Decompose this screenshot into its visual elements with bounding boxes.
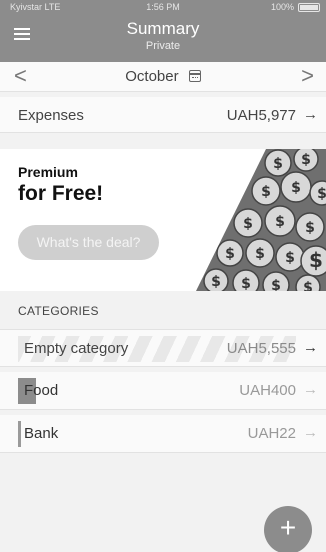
svg-text:$: $ xyxy=(225,246,235,262)
svg-text:$: $ xyxy=(241,276,251,291)
expenses-amount: UAH5,977 xyxy=(226,107,296,124)
svg-text:$: $ xyxy=(303,280,313,291)
category-amount: UAH22 xyxy=(247,425,296,442)
svg-text:$: $ xyxy=(305,220,315,236)
category-name: Food xyxy=(24,382,59,399)
category-name: Bank xyxy=(24,425,59,442)
month-navigator: < October > xyxy=(0,62,326,92)
status-bar: Kyivstar LTE 1:56 PM 100% xyxy=(0,0,326,14)
category-row-food[interactable]: Food UAH400 → xyxy=(0,372,326,410)
month-label: October xyxy=(125,68,179,85)
battery-icon xyxy=(298,2,320,12)
header-title-block: Summary Private xyxy=(0,19,326,53)
battery-indicator: 100% xyxy=(271,2,320,12)
premium-promo-banner: Premium for Free! What's the deal? $ $ $ $… xyxy=(0,149,326,291)
svg-text:$: $ xyxy=(309,248,323,272)
svg-text:$: $ xyxy=(275,214,285,230)
promo-headline: Premium for Free! xyxy=(18,163,103,207)
next-month-button[interactable]: > xyxy=(301,65,314,87)
arrow-right-icon: → xyxy=(303,381,318,398)
calendar-icon xyxy=(188,70,201,82)
page-subtitle: Private xyxy=(145,40,181,52)
expenses-label: Expenses xyxy=(18,107,84,124)
category-amount: UAH400 xyxy=(239,382,296,399)
promo-line-2: for Free! xyxy=(18,182,104,205)
svg-text:$: $ xyxy=(291,180,301,196)
promo-line-1: Premium xyxy=(18,164,78,180)
add-button[interactable]: + xyxy=(264,506,312,552)
svg-text:$: $ xyxy=(211,274,221,290)
category-row-bank[interactable]: Bank UAH22 → xyxy=(0,415,326,453)
money-bags-illustration: $ $ $ $ $ $ $ $ $ $ $ $ $ $ $ $ xyxy=(196,149,326,291)
category-amount: UAH5,555 xyxy=(226,340,296,357)
svg-text:$: $ xyxy=(285,250,295,266)
whats-the-deal-button[interactable]: What's the deal? xyxy=(18,225,159,260)
svg-text:$: $ xyxy=(271,278,281,291)
page-title: Summary xyxy=(126,19,200,38)
expenses-row[interactable]: Expenses UAH5,977 → xyxy=(0,97,326,133)
battery-percent: 100% xyxy=(270,2,294,12)
svg-text:$: $ xyxy=(301,152,311,168)
svg-text:$: $ xyxy=(317,186,326,202)
svg-text:$: $ xyxy=(261,184,271,200)
category-row-empty[interactable]: Empty category UAH5,555 → xyxy=(0,329,326,367)
app-header: Kyivstar LTE 1:56 PM 100% Summary Privat… xyxy=(0,0,326,62)
arrow-right-icon: → xyxy=(303,339,318,356)
arrow-right-icon: → xyxy=(303,424,318,441)
category-progress-bar xyxy=(18,421,21,447)
svg-text:$: $ xyxy=(243,216,253,232)
arrow-right-icon: → xyxy=(303,106,318,123)
category-name: Empty category xyxy=(24,340,129,357)
svg-text:$: $ xyxy=(273,156,283,172)
month-selector[interactable]: October xyxy=(0,68,326,85)
svg-text:$: $ xyxy=(255,246,265,262)
categories-section-header: CATEGORIES xyxy=(18,304,99,318)
